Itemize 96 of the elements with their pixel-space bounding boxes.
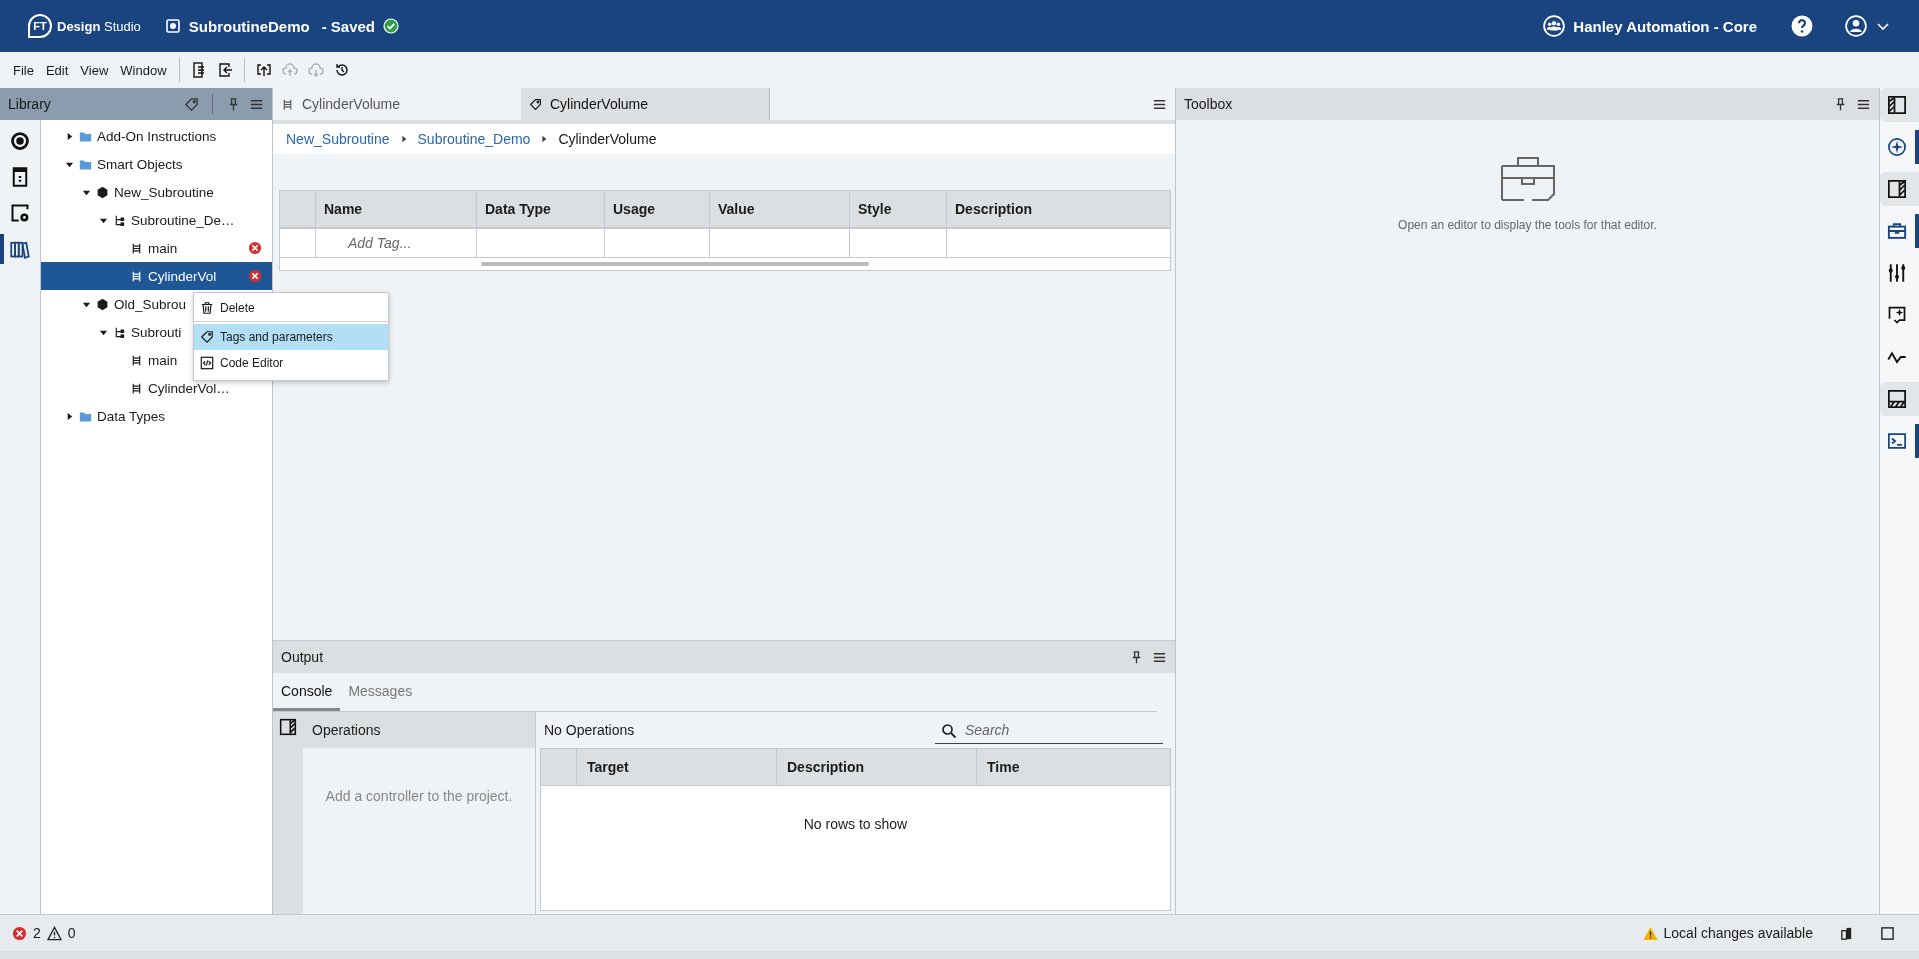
empty-hint: Add a controller to the project.: [325, 788, 513, 804]
panel-right-icon[interactable]: [1887, 179, 1907, 199]
tree-item[interactable]: Data Types: [41, 402, 272, 430]
app-name: Design Studio: [57, 18, 141, 34]
sparkle-comment-icon[interactable]: [1887, 305, 1907, 325]
terminal-icon[interactable]: [1887, 431, 1907, 451]
hierarchy-icon: [113, 325, 126, 339]
ladder-icon: [130, 381, 143, 395]
folder-icon: [79, 157, 92, 171]
breadcrumb-current: CylinderVolume: [558, 131, 657, 147]
column-header[interactable]: Style: [850, 191, 947, 227]
column-header[interactable]: Name: [316, 191, 477, 227]
menu-item[interactable]: View: [75, 58, 114, 82]
tab-label: CylinderVolume: [302, 96, 401, 112]
error-count[interactable]: 2: [33, 925, 41, 941]
tree-item[interactable]: Add-On Instructions: [41, 122, 272, 150]
hierarchy-icon: [113, 213, 126, 227]
warning-icon: [1642, 925, 1658, 941]
caret-right-icon: [540, 135, 549, 143]
hexagon-icon: [96, 185, 109, 199]
ladder-icon: [130, 241, 143, 255]
column-header[interactable]: Data Type: [477, 191, 605, 227]
device-icon[interactable]: [10, 167, 30, 187]
column-header[interactable]: Time: [977, 749, 1170, 785]
code-icon: [200, 356, 214, 370]
column-header[interactable]: Description: [947, 191, 1170, 227]
layout-icon[interactable]: [1839, 925, 1854, 941]
menu-item[interactable]: Delete: [194, 295, 388, 322]
error-icon[interactable]: [12, 925, 27, 941]
panel-title: Library: [8, 96, 51, 112]
group-icon: [1543, 15, 1566, 37]
user-icon[interactable]: [1845, 15, 1867, 37]
menu-item[interactable]: Code Editor: [194, 350, 388, 376]
menu-item[interactable]: Edit: [40, 58, 74, 82]
search-icon: [941, 722, 957, 739]
save-status: - Saved: [321, 17, 376, 35]
hexagon-icon: [96, 297, 109, 311]
tree-item[interactable]: Smart Objects: [41, 150, 272, 178]
ladder-icon: [130, 269, 143, 283]
logo-mark: FT: [28, 14, 52, 38]
tree-item[interactable]: New_Subroutine: [41, 178, 272, 206]
menu-item[interactable]: Window: [115, 58, 172, 82]
project-name: SubroutineDemo: [188, 17, 310, 35]
editor-tab[interactable]: CylinderVolume: [273, 88, 521, 120]
panel-left-icon[interactable]: [1887, 95, 1907, 115]
caret-right-icon: [399, 135, 408, 143]
target-icon[interactable]: [10, 131, 30, 151]
panel-title: Output: [281, 649, 324, 665]
output-tab[interactable]: Messages: [340, 673, 421, 711]
column-header[interactable]: Description: [777, 749, 977, 785]
check-circle-icon: [383, 18, 400, 34]
ladder-icon: [130, 353, 143, 367]
section-title: Operations: [312, 722, 381, 738]
caret-right-icon[interactable]: [65, 131, 74, 141]
breadcrumb-link[interactable]: Subroutine_Demo: [417, 131, 531, 147]
breadcrumb-link[interactable]: New_Subroutine: [286, 131, 390, 147]
column-header[interactable]: Value: [710, 191, 850, 227]
search-field[interactable]: Search: [935, 716, 1163, 744]
folder-icon: [79, 409, 92, 423]
sliders-icon[interactable]: [1887, 263, 1907, 283]
panel-bottom-icon[interactable]: [1887, 389, 1907, 409]
tree-item[interactable]: CylinderVol…: [41, 374, 272, 402]
menu-item[interactable]: Tags and parameters: [194, 324, 388, 350]
local-changes-notice[interactable]: Local changes available: [1663, 925, 1813, 941]
tree-item[interactable]: Subroutine_De…: [41, 206, 272, 234]
books-icon[interactable]: [10, 239, 30, 259]
editor-tab[interactable]: CylinderVolume: [521, 88, 770, 120]
tab-label: CylinderVolume: [550, 96, 649, 112]
column-header[interactable]: Usage: [605, 191, 710, 227]
empty-message: No rows to show: [803, 816, 908, 832]
trash-icon: [200, 301, 214, 315]
caret-right-icon[interactable]: [65, 411, 74, 421]
organization-name: Hanley Automation - Core: [1573, 17, 1757, 35]
folder-icon: [79, 129, 92, 143]
tree-item[interactable]: CylinderVol: [41, 262, 272, 290]
menu-label: Code Editor: [220, 356, 284, 370]
menu-item[interactable]: File: [8, 58, 39, 82]
menu-label: Delete: [220, 301, 255, 315]
warning-count[interactable]: 0: [67, 925, 76, 941]
menu-label: Tags and parameters: [220, 330, 333, 344]
panel-title: Toolbox: [1184, 96, 1233, 112]
toolbox-icon: [1499, 156, 1556, 202]
empty-message: Open an editor to display the tools for that editor.: [1398, 218, 1657, 232]
add-tag-field[interactable]: Add Tag...: [316, 229, 477, 257]
help-icon[interactable]: [1791, 15, 1813, 37]
tag-icon[interactable]: [184, 96, 199, 112]
device-icon: [164, 18, 181, 34]
tree-item[interactable]: main: [41, 234, 272, 262]
toolbox-icon[interactable]: [1887, 221, 1907, 241]
column-header[interactable]: Target: [577, 749, 777, 785]
operations-status: No Operations: [544, 722, 635, 738]
scrollbar-thumb[interactable]: [481, 262, 869, 266]
tag-icon: [200, 330, 214, 344]
warning-icon[interactable]: [46, 925, 62, 941]
panel-right-icon[interactable]: [279, 718, 297, 736]
maximize-icon[interactable]: [1880, 925, 1895, 941]
